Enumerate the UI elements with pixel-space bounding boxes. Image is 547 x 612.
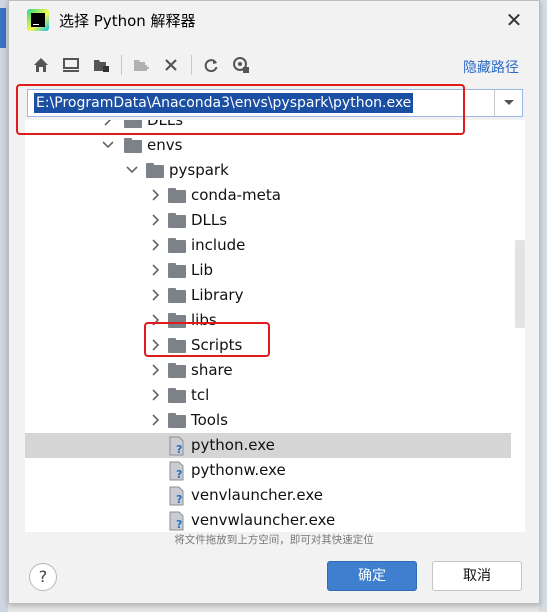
folder-icon — [168, 213, 186, 228]
chevron-right-icon[interactable] — [149, 263, 163, 277]
select-interpreter-dialog: 选择 Python 解释器 ✕ 隐藏路径 E:\ProgramData\Anac — [8, 0, 540, 604]
svg-text:?: ? — [176, 443, 182, 456]
tree-file-row[interactable]: ? pythonw.exe — [25, 458, 511, 483]
tree-folder-row[interactable]: DLLs — [25, 120, 511, 133]
chevron-right-icon[interactable] — [149, 288, 163, 302]
chevron-right-icon[interactable] — [149, 363, 163, 377]
background-window-right — [539, 0, 547, 612]
folder-icon — [168, 238, 186, 253]
tree-folder-row[interactable]: Lib — [25, 258, 511, 283]
folder-icon — [146, 163, 164, 178]
tree-item-label: envs — [147, 136, 183, 154]
tree-item-label: venvwlauncher.exe — [191, 511, 336, 529]
path-combobox[interactable]: E:\ProgramData\Anaconda3\envs\pyspark\py… — [27, 89, 523, 117]
svg-text:?: ? — [176, 468, 182, 481]
chevron-right-icon[interactable] — [149, 213, 163, 227]
tree-item-label: share — [191, 361, 233, 379]
tree-folder-row[interactable]: envs — [25, 133, 511, 158]
toolbar-separator — [121, 55, 122, 75]
path-dropdown-button[interactable] — [494, 90, 522, 116]
chevron-right-icon[interactable] — [149, 413, 163, 427]
file-chooser-toolbar: 隐藏路径 — [29, 53, 519, 79]
chevron-right-icon[interactable] — [101, 120, 115, 127]
tree-folder-row[interactable]: pyspark — [25, 158, 511, 183]
drag-drop-hint: 将文件拖放到上方空间，即可对其快速定位 — [174, 534, 374, 546]
tree-folder-row[interactable]: Tools — [25, 408, 511, 433]
hide-path-link[interactable]: 隐藏路径 — [463, 57, 519, 77]
folder-icon — [168, 363, 186, 378]
tree-item-label: venvlauncher.exe — [191, 486, 324, 504]
unknown-file-icon: ? — [169, 486, 184, 506]
folder-icon — [168, 313, 186, 328]
tree-folder-row[interactable]: share — [25, 358, 511, 383]
pycharm-logo-icon — [27, 9, 49, 31]
tree-item-label: libs — [191, 311, 217, 329]
show-hidden-icon[interactable] — [229, 53, 253, 77]
chevron-right-icon[interactable] — [149, 188, 163, 202]
tree-item-label: python.exe — [191, 436, 275, 454]
folder-icon — [168, 338, 186, 353]
tree-item-label: include — [191, 236, 246, 254]
path-input-selected-text: E:\ProgramData\Anaconda3\envs\pyspark\py… — [34, 93, 414, 113]
tree-file-row[interactable]: ? venvwlauncher.exe — [25, 508, 511, 532]
svg-text:?: ? — [176, 493, 182, 506]
chevron-right-icon[interactable] — [149, 313, 163, 327]
folder-icon — [168, 188, 186, 203]
tree-folder-row[interactable]: DLLs — [25, 208, 511, 233]
chevron-down-icon — [503, 100, 514, 105]
folder-icon — [168, 263, 186, 278]
tree-folder-row[interactable]: Scripts — [25, 333, 511, 358]
tree-item-label: tcl — [191, 386, 210, 404]
refresh-icon[interactable] — [199, 53, 223, 77]
folder-icon — [124, 120, 142, 128]
toolbar-separator — [191, 55, 192, 75]
unknown-file-icon: ? — [169, 461, 184, 481]
tree-folder-row[interactable]: tcl — [25, 383, 511, 408]
tree-item-label: Tools — [191, 411, 228, 429]
tree-item-label: Library — [191, 286, 244, 304]
project-folder-icon[interactable] — [89, 53, 113, 77]
folder-icon — [168, 388, 186, 403]
tree-item-label: DLLs — [191, 211, 228, 229]
tree-file-row[interactable]: ? venvlauncher.exe — [25, 483, 511, 508]
chevron-down-icon[interactable] — [101, 138, 115, 152]
title-bar: 选择 Python 解释器 ✕ — [9, 1, 539, 39]
help-button[interactable]: ? — [29, 563, 57, 591]
background-window-tab — [0, 8, 6, 48]
tree-scrollbar[interactable] — [515, 240, 525, 328]
tree-item-label: Scripts — [191, 336, 243, 354]
background-window-strip — [0, 0, 8, 612]
tree-item-label: conda-meta — [191, 186, 281, 204]
tree-item-label: pythonw.exe — [191, 461, 286, 479]
close-button[interactable]: ✕ — [501, 7, 527, 33]
unknown-file-icon: ? — [169, 436, 184, 456]
folder-icon — [124, 138, 142, 153]
tree-folder-row[interactable]: conda-meta — [25, 183, 511, 208]
tree-file-row[interactable]: ? python.exe — [25, 433, 511, 458]
dialog-title: 选择 Python 解释器 — [59, 12, 196, 30]
delete-icon[interactable] — [159, 53, 183, 77]
ok-button[interactable]: 确定 — [327, 561, 417, 591]
chevron-right-icon[interactable] — [149, 238, 163, 252]
tree-folder-row[interactable]: include — [25, 233, 511, 258]
folder-icon — [168, 413, 186, 428]
chevron-right-icon[interactable] — [149, 338, 163, 352]
tree-folder-row[interactable]: libs — [25, 308, 511, 333]
tree-item-label: DLLs — [147, 120, 184, 129]
home-icon[interactable] — [29, 53, 53, 77]
tree-item-label: Lib — [191, 261, 214, 279]
folder-icon — [168, 288, 186, 303]
chevron-down-icon[interactable] — [125, 163, 139, 177]
chevron-right-icon[interactable] — [149, 388, 163, 402]
new-folder-icon[interactable] — [129, 53, 153, 77]
cancel-button[interactable]: 取消 — [432, 561, 522, 591]
unknown-file-icon: ? — [169, 511, 184, 531]
desktop-icon[interactable] — [59, 53, 83, 77]
tree-folder-row[interactable]: Library — [25, 283, 511, 308]
tree-item-label: pyspark — [169, 161, 229, 179]
svg-text:?: ? — [176, 518, 182, 531]
file-tree[interactable]: DLLs envs pyspark conda-meta DLLs include Lib L… — [25, 120, 525, 532]
